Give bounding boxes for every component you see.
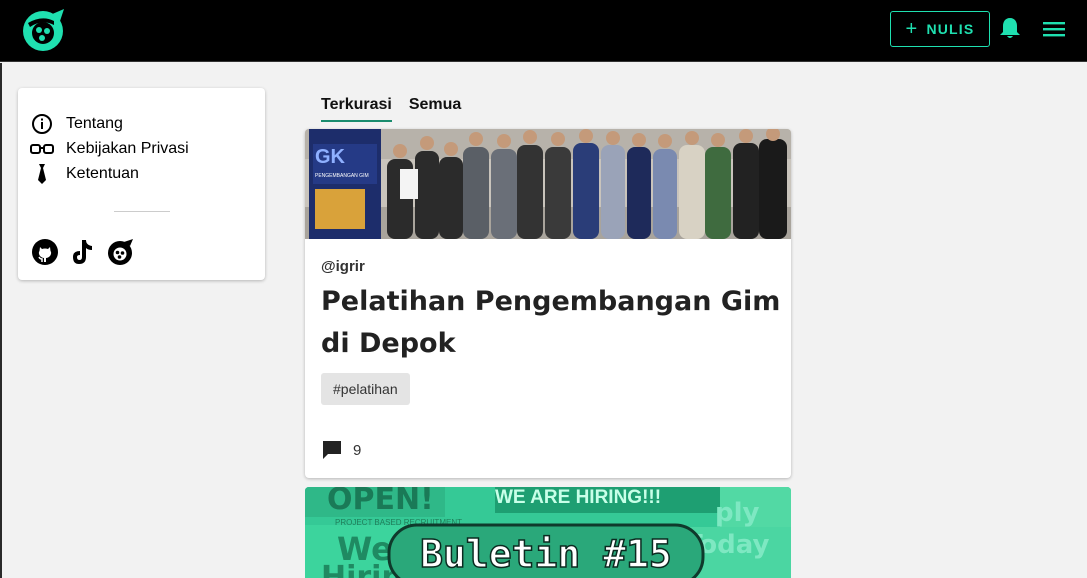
post-title[interactable]: Pelatihan Pengembangan Gim di Depok [321,281,781,365]
tiktok-icon[interactable] [68,238,96,266]
glasses-icon [30,138,54,160]
sidebar-card: Tentang Kebijakan Privasi Ketentuan [18,88,265,280]
sidebar-item-kebijakan-privasi[interactable]: Kebijakan Privasi [30,138,189,160]
tie-icon [30,163,54,185]
site-logo[interactable] [20,7,66,53]
banner-bg-word: WE ARE HIRING!!! [495,487,661,508]
sidebar-item-label: Ketentuan [66,165,139,182]
sidebar-item-label: Tentang [66,115,123,132]
github-icon[interactable] [31,238,59,266]
post-tag[interactable]: #pelatihan [321,373,410,405]
sidebar-item-label: Kebijakan Privasi [66,140,189,157]
tab-terkurasi[interactable]: Terkurasi [321,96,392,122]
bell-icon[interactable] [999,16,1021,40]
post-cover-image: GK PENGEMBANGAN GIM [305,129,791,239]
menu-icon[interactable] [1043,20,1065,38]
top-navbar: + NULIS [0,0,1087,62]
post-cover-image: OPEN! WE ARE HIRING!!! We Hirin Today pl… [305,487,791,578]
banner-bg-word: ply [715,498,760,528]
sidebar-item-ketentuan[interactable]: Ketentuan [30,163,139,185]
write-button[interactable]: + NULIS [890,11,990,47]
comment-icon [323,441,341,459]
divider [114,211,170,212]
banner-bg-word: OPEN! [327,487,434,517]
sidebar-item-tentang[interactable]: Tentang [30,113,123,135]
info-icon [30,113,54,135]
site-logo-icon[interactable] [106,238,134,266]
banner-text: PENGEMBANGAN GIM [315,173,369,179]
feed-tabs: Terkurasi Semua [321,96,461,122]
comment-count-value: 9 [353,441,362,459]
post-card[interactable]: GK PENGEMBANGAN GIM @igrir Pelatihan Pen… [305,129,791,478]
banner-title: Buletin #15 [420,532,672,576]
svg-text:GK: GK [315,146,346,168]
plus-icon: + [905,18,919,40]
comment-count[interactable]: 9 [321,439,361,461]
window-edge [0,63,2,578]
post-author[interactable]: @igrir [321,258,365,275]
write-button-label: NULIS [926,21,975,37]
post-card[interactable]: OPEN! WE ARE HIRING!!! We Hirin Today pl… [305,487,791,578]
tab-semua[interactable]: Semua [409,96,461,122]
